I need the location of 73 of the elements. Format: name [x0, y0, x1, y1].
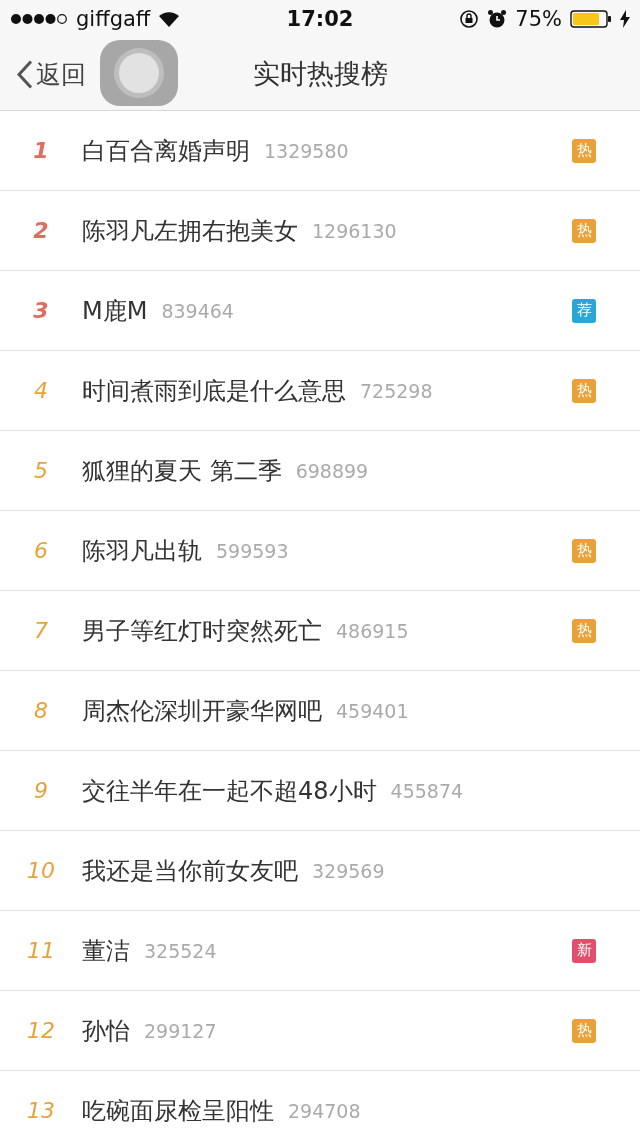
rank-number: 2: [32, 218, 50, 243]
search-count: 455874: [390, 779, 464, 802]
topic-title: 我还是当你前女友吧: [82, 855, 298, 887]
topic-title: 孙怡: [82, 1015, 130, 1047]
alarm-icon: [487, 9, 508, 29]
wifi-icon: [158, 11, 181, 27]
topic-title: 陈羽凡出轨: [82, 535, 202, 567]
trend-row[interactable]: 3 M鹿M 839464 荐: [0, 271, 640, 351]
trend-row[interactable]: 4 时间煮雨到底是什么意思 725298 热: [0, 351, 640, 431]
battery-percent: 75%: [515, 7, 562, 31]
trend-row[interactable]: 6 陈羽凡出轨 599593 热: [0, 511, 640, 591]
search-count: 839464: [161, 299, 234, 322]
clock-time: 17:02: [286, 7, 354, 31]
trend-row[interactable]: 2 陈羽凡左拥右抱美女 1296130 热: [0, 191, 640, 271]
tag-badge: 热: [572, 218, 596, 243]
tag-badge: 热: [572, 1018, 596, 1043]
back-button[interactable]: 返回: [16, 57, 86, 91]
topic-title: 陈羽凡左拥右抱美女: [82, 215, 298, 247]
tag-badge: 荐: [572, 298, 596, 323]
rank-number: 10: [26, 858, 56, 883]
rank-number: 7: [33, 618, 49, 643]
tag-badge: 热: [572, 378, 596, 403]
carrier-name: giffgaff: [76, 7, 151, 31]
topic-title: 男子等红灯时突然死亡: [82, 615, 322, 647]
trend-row[interactable]: 8 周杰伦深圳开豪华网吧 459401: [0, 671, 640, 751]
trend-row[interactable]: 7 男子等红灯时突然死亡 486915 热: [0, 591, 640, 671]
assistive-touch-button[interactable]: [100, 40, 178, 106]
signal-icon: [10, 13, 68, 25]
topic-title: 周杰伦深圳开豪华网吧: [82, 695, 322, 727]
rank-number: 1: [32, 138, 50, 163]
search-count: 325524: [144, 939, 217, 962]
rank-number: 3: [32, 298, 50, 323]
trend-row[interactable]: 10 我还是当你前女友吧 329569: [0, 831, 640, 911]
search-count: 299127: [144, 1019, 217, 1042]
search-count: 459401: [336, 699, 409, 722]
rank-number: 12: [26, 1018, 56, 1043]
rank-number: 13: [26, 1098, 56, 1123]
rotation-lock-icon: [459, 9, 480, 29]
rank-number: 8: [33, 698, 49, 723]
rank-number: 5: [33, 458, 49, 483]
rank-number: 4: [33, 378, 49, 403]
search-count: 486915: [336, 619, 409, 642]
search-count: 1329580: [264, 139, 349, 162]
search-count: 1296130: [312, 219, 397, 242]
rank-number: 6: [33, 538, 49, 563]
trend-row[interactable]: 5 狐狸的夏天 第二季 698899: [0, 431, 640, 511]
trend-row[interactable]: 12 孙怡 299127 热: [0, 991, 640, 1071]
rank-number: 11: [26, 938, 56, 963]
tag-badge: 热: [572, 618, 596, 643]
topic-title: 白百合离婚声明: [82, 135, 250, 167]
topic-title: 时间煮雨到底是什么意思: [82, 375, 346, 407]
tag-badge: 新: [572, 938, 596, 963]
trend-row[interactable]: 13 吃碗面尿检呈阳性 294708: [0, 1071, 640, 1139]
rank-number: 9: [33, 778, 49, 803]
topic-title: 董洁: [82, 935, 130, 967]
search-count: 599593: [216, 539, 289, 562]
topic-title: 交往半年在一起不超48小时: [82, 775, 377, 807]
search-count: 698899: [295, 459, 369, 482]
chevron-left-icon: [16, 59, 34, 89]
tag-badge: 热: [572, 538, 596, 563]
topic-title: M鹿M: [82, 295, 148, 327]
charging-icon: [620, 10, 630, 28]
search-count: 725298: [360, 379, 433, 402]
trend-row[interactable]: 11 董洁 325524 新: [0, 911, 640, 991]
tag-badge: 热: [572, 138, 596, 163]
topic-title: 狐狸的夏天 第二季: [82, 455, 282, 487]
search-count: 294708: [288, 1099, 361, 1122]
battery-icon: [570, 10, 612, 28]
topic-title: 吃碗面尿检呈阳性: [82, 1095, 274, 1127]
search-count: 329569: [312, 859, 385, 882]
trend-row[interactable]: 1 白百合离婚声明 1329580 热: [0, 111, 640, 191]
trend-row[interactable]: 9 交往半年在一起不超48小时 455874: [0, 751, 640, 831]
page-title: 实时热搜榜: [252, 57, 388, 91]
